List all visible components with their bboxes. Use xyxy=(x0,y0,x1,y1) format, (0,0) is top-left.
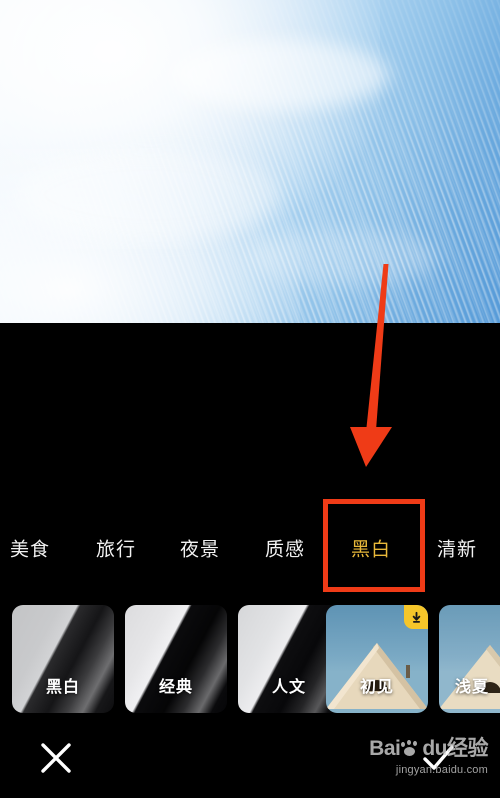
tab-zhigan[interactable]: 质感 xyxy=(265,535,305,562)
tab-heibai[interactable]: 黑白 xyxy=(351,535,391,562)
tab-meishi[interactable]: 美食 xyxy=(10,535,50,562)
tab-yejing[interactable]: 夜景 xyxy=(180,535,220,562)
filter-thumbnail-jingdian[interactable]: 经典 xyxy=(125,605,227,713)
filter-label: 初见 xyxy=(359,679,394,696)
filter-thumbnail-chujian[interactable]: 初见 xyxy=(326,605,428,713)
tab-qingxin[interactable]: 清新 xyxy=(437,535,477,562)
filter-thumbnail-list[interactable]: 黑白 经典 人文 初见 浅夏 xyxy=(0,605,500,717)
filter-label: 人文 xyxy=(271,679,306,696)
check-icon[interactable] xyxy=(416,736,460,780)
filter-thumbnail-heibai[interactable]: 黑白 xyxy=(12,605,114,713)
download-arrow-icon xyxy=(412,611,420,623)
close-icon[interactable] xyxy=(34,736,78,780)
filter-label: 黑白 xyxy=(45,679,80,696)
filter-thumbnail-renwen[interactable]: 人文 xyxy=(238,605,340,713)
cloud-wisp xyxy=(20,150,280,240)
filter-thumbnail-qianxia[interactable]: 浅夏 xyxy=(439,605,500,713)
filter-label: 浅夏 xyxy=(454,679,489,696)
download-badge[interactable] xyxy=(404,605,428,629)
cloud-wisp xyxy=(250,230,440,285)
filter-label: 经典 xyxy=(158,679,193,696)
photo-preview[interactable] xyxy=(0,0,500,323)
tab-lvxing[interactable]: 旅行 xyxy=(96,535,136,562)
photo-filter-screen: 美食 旅行 夜景 质感 黑白 清新 黑白 经典 人文 初见 浅夏 Bai du经… xyxy=(0,0,500,798)
filter-category-tabbar[interactable]: 美食 旅行 夜景 质感 黑白 清新 xyxy=(0,500,500,596)
cloud-wisp xyxy=(170,40,390,110)
